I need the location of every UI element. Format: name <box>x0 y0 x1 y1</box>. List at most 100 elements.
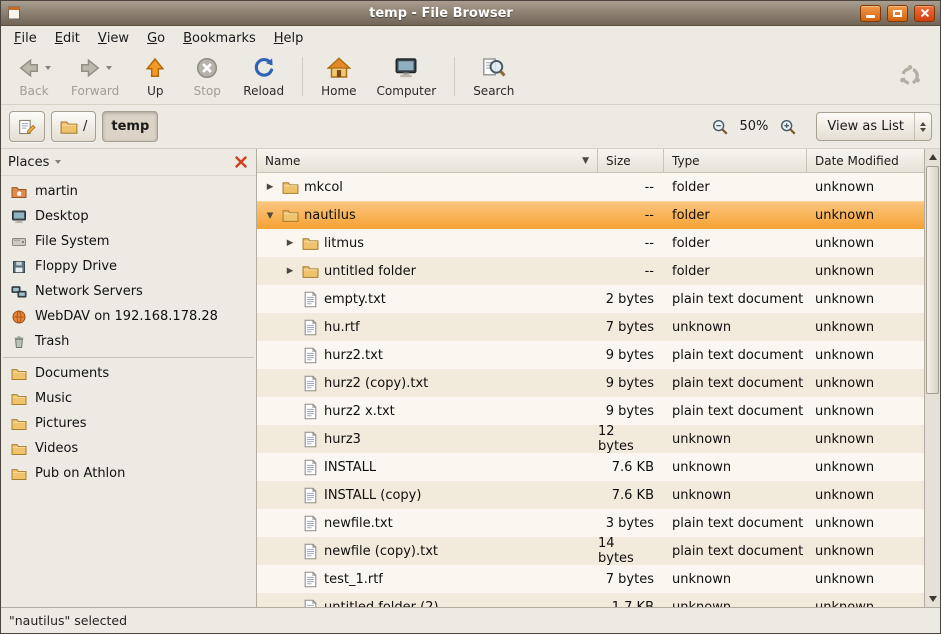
toolbar: BackForwardUpStopReloadHomeComputerSearc… <box>1 50 940 105</box>
column-header-date-modified[interactable]: Date Modified <box>807 149 924 172</box>
folder-icon <box>11 366 27 382</box>
file-date_modified: unknown <box>807 202 924 229</box>
file-row-hurz2-copy-txt[interactable]: hurz2 (copy).txt9 bytesplain text docume… <box>257 369 924 397</box>
file-row-newfile-copy-txt[interactable]: newfile (copy).txt14 bytesplain text doc… <box>257 537 924 565</box>
toolbar-label: Home <box>321 84 356 98</box>
forward-history-dropdown-icon[interactable] <box>106 66 112 70</box>
file-row-untitled-folder-2[interactable]: untitled folder (2)1.7 KBunknownunknown <box>257 593 924 607</box>
menu-help[interactable]: Help <box>265 26 313 50</box>
file-size: 3 bytes <box>598 509 664 537</box>
reload-button[interactable]: Reload <box>233 52 294 101</box>
path-root-label: / <box>83 119 87 134</box>
sidebar-item-martin[interactable]: martin <box>1 179 256 204</box>
folder-icon <box>302 263 319 280</box>
menu-go[interactable]: Go <box>138 26 174 50</box>
column-header-type[interactable]: Type <box>664 149 807 172</box>
scrollbar-thumb[interactable] <box>926 166 939 394</box>
file-row-untitled-folder[interactable]: ▶untitled folder--folderunknown <box>257 257 924 285</box>
sidebar-item-pub-on-athlon[interactable]: Pub on Athlon <box>1 461 256 486</box>
file-row-nautilus[interactable]: ▼nautilus--folderunknown <box>257 201 924 229</box>
file-row-litmus[interactable]: ▶litmus--folderunknown <box>257 229 924 257</box>
view-mode-select[interactable]: View as List <box>816 112 932 141</box>
sidebar-item-desktop[interactable]: Desktop <box>1 204 256 229</box>
file-type: unknown <box>664 453 807 481</box>
expander-collapsed-icon[interactable]: ▶ <box>283 266 297 276</box>
file-row-mkcol[interactable]: ▶mkcol--folderunknown <box>257 173 924 201</box>
file-row-hurz2-x-txt[interactable]: hurz2 x.txt9 bytesplain text documentunk… <box>257 397 924 425</box>
file-type: folder <box>664 257 807 285</box>
file-size: 7 bytes <box>598 313 664 341</box>
scroll-down-icon <box>929 596 937 602</box>
sidebar-item-trash[interactable]: Trash <box>1 329 256 354</box>
toggle-location-entry-button[interactable] <box>9 111 45 142</box>
stop-button: Stop <box>181 52 233 101</box>
sidebar-item-network-servers[interactable]: Network Servers <box>1 279 256 304</box>
menu-file[interactable]: File <box>5 26 46 50</box>
file-type: plain text document <box>664 509 807 537</box>
minimize-button[interactable] <box>860 5 881 22</box>
expander-expanded-icon[interactable]: ▼ <box>263 211 277 221</box>
menu-bookmarks[interactable]: Bookmarks <box>174 26 265 50</box>
column-header-name[interactable]: Name▼ <box>257 149 598 172</box>
file-date_modified: unknown <box>807 537 924 565</box>
sidebar-item-file-system[interactable]: File System <box>1 229 256 254</box>
view-mode-label: View as List <box>817 119 914 134</box>
arrow-right-icon <box>78 56 102 80</box>
back-history-dropdown-icon[interactable] <box>45 66 51 70</box>
sidebar-item-floppy-drive[interactable]: Floppy Drive <box>1 254 256 279</box>
up-button[interactable]: Up <box>129 52 181 101</box>
scroll-down-button[interactable] <box>925 591 940 607</box>
sidebar-item-documents[interactable]: Documents <box>1 361 256 386</box>
file-row-install-copy[interactable]: INSTALL (copy)7.6 KBunknownunknown <box>257 481 924 509</box>
path-root-button[interactable]: / <box>51 111 96 142</box>
file-name: untitled folder (2) <box>324 600 439 608</box>
sidebar-title-dropdown-icon[interactable] <box>55 160 61 164</box>
toolbar-separator <box>454 57 455 96</box>
file-row-install[interactable]: INSTALL7.6 KBunknownunknown <box>257 453 924 481</box>
file-date_modified: unknown <box>807 425 924 453</box>
file-row-newfile-txt[interactable]: newfile.txt3 bytesplain text documentunk… <box>257 509 924 537</box>
menu-edit[interactable]: Edit <box>46 26 89 50</box>
file-row-empty-txt[interactable]: empty.txt2 bytesplain text documentunkno… <box>257 285 924 313</box>
file-date_modified: unknown <box>807 593 924 607</box>
home-button[interactable]: Home <box>311 52 366 101</box>
file-row-hurz3[interactable]: hurz312 bytesunknownunknown <box>257 425 924 453</box>
maximize-button[interactable] <box>887 5 908 22</box>
zoom-out-button[interactable] <box>708 115 732 139</box>
zoom-in-button[interactable] <box>776 115 800 139</box>
computer-button[interactable]: Computer <box>367 52 447 101</box>
file-type: plain text document <box>664 341 807 369</box>
sidebar-item-videos[interactable]: Videos <box>1 436 256 461</box>
sidebar-item-webdav-on-192-168-178-28[interactable]: WebDAV on 192.168.178.28 <box>1 304 256 329</box>
file-size: 7 bytes <box>598 565 664 593</box>
search-icon <box>482 56 506 80</box>
search-button[interactable]: Search <box>463 52 524 101</box>
file-row-hu-rtf[interactable]: hu.rtf7 bytesunknownunknown <box>257 313 924 341</box>
file-size: -- <box>598 173 664 201</box>
menu-view[interactable]: View <box>89 26 138 50</box>
sidebar-close-button[interactable] <box>233 154 249 170</box>
titlebar[interactable]: temp - File Browser <box>1 1 940 26</box>
scroll-up-button[interactable] <box>925 149 940 165</box>
path-current-label: temp <box>111 119 149 134</box>
file-name: hurz2 (copy).txt <box>324 376 428 391</box>
file-name: newfile (copy).txt <box>324 544 438 559</box>
vertical-scrollbar[interactable] <box>924 149 940 607</box>
network-icon <box>11 284 27 300</box>
close-button[interactable] <box>914 5 935 22</box>
file-row-test-1-rtf[interactable]: test_1.rtf7 bytesunknownunknown <box>257 565 924 593</box>
places-sidebar: Places martinDesktopFile System Floppy Dr… <box>1 149 257 607</box>
column-header-size[interactable]: Size <box>598 149 664 172</box>
file-name: litmus <box>324 236 364 251</box>
file-date_modified: unknown <box>807 341 924 369</box>
sidebar-item-music[interactable]: Music <box>1 386 256 411</box>
expander-collapsed-icon[interactable]: ▶ <box>283 238 297 248</box>
path-current-button[interactable]: temp <box>102 111 158 142</box>
sidebar-title[interactable]: Places <box>8 155 49 170</box>
sidebar-separator <box>3 357 254 358</box>
file-size: 7.6 KB <box>598 481 664 509</box>
file-row-hurz2-txt[interactable]: hurz2.txt9 bytesplain text documentunkno… <box>257 341 924 369</box>
sidebar-item-pictures[interactable]: Pictures <box>1 411 256 436</box>
sidebar-item-label: Floppy Drive <box>35 259 117 274</box>
expander-collapsed-icon[interactable]: ▶ <box>263 182 277 192</box>
